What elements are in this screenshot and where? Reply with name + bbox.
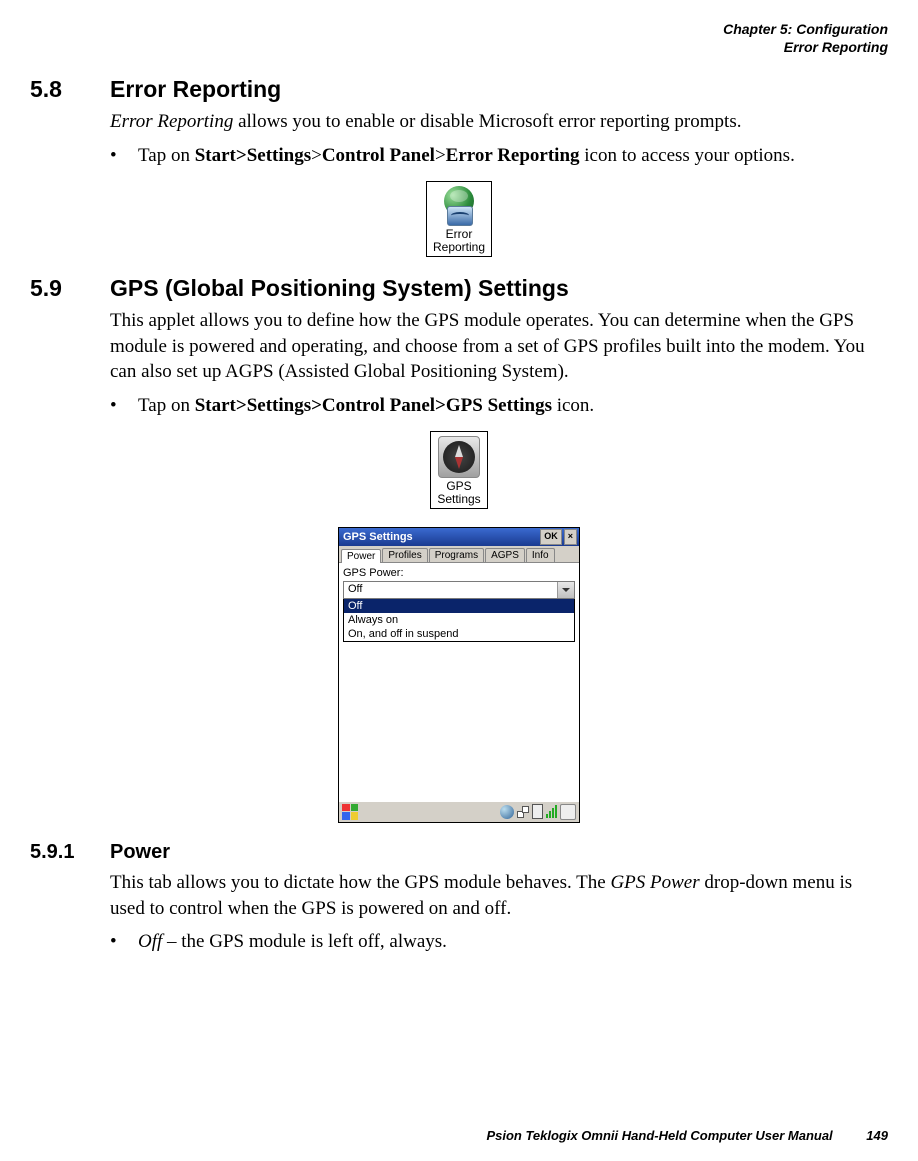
header-section: Error Reporting — [30, 38, 888, 56]
section-title: Error Reporting — [110, 76, 281, 103]
system-tray — [500, 804, 576, 820]
section-5-9-1-heading: 5.9.1 Power — [30, 841, 888, 864]
gps-settings-window: GPS Settings OK × Power Profiles Program… — [338, 527, 580, 823]
section-number: 5.9 — [30, 275, 110, 302]
header-chapter: Chapter 5: Configuration — [30, 20, 888, 38]
window-title: GPS Settings — [341, 531, 538, 543]
bullet-text: Tap on Start>Settings>Control Panel>Erro… — [138, 143, 795, 169]
window-body: GPS Power: Off Off Always on On, and off… — [339, 563, 579, 801]
gps-power-dropdown: Off Always on On, and off in suspend — [343, 599, 575, 642]
footer-text: Psion Teklogix Omnii Hand-Held Computer … — [486, 1128, 832, 1143]
subsection-number: 5.9.1 — [30, 841, 110, 864]
signal-icon[interactable] — [546, 805, 557, 818]
start-button-icon[interactable] — [342, 804, 358, 820]
section-5-8-heading: 5.8 Error Reporting — [30, 76, 888, 103]
section-5-9-heading: 5.9 GPS (Global Positioning System) Sett… — [30, 275, 888, 302]
dropdown-option-on-off-suspend[interactable]: On, and off in suspend — [344, 627, 574, 641]
combobox-value: Off — [344, 582, 557, 598]
connection-icon[interactable] — [517, 806, 529, 818]
misc-tray-icon[interactable] — [560, 804, 576, 820]
close-button[interactable]: × — [564, 529, 577, 545]
tab-bar: Power Profiles Programs AGPS Info — [339, 546, 579, 563]
bullet-text: Off – the GPS module is left off, always… — [138, 929, 447, 955]
page-header: Chapter 5: Configuration Error Reporting — [30, 20, 888, 56]
network-globe-icon[interactable] — [500, 805, 514, 819]
bullet-item: • Tap on Start>Settings>Control Panel>Er… — [110, 143, 888, 169]
ok-button[interactable]: OK — [540, 529, 562, 545]
section-number: 5.8 — [30, 76, 110, 103]
bullet-marker: • — [110, 143, 138, 169]
paragraph: Error Reporting allows you to enable or … — [110, 109, 888, 135]
subsection-title: Power — [110, 841, 170, 864]
bullet-text: Tap on Start>Settings>Control Panel>GPS … — [138, 393, 594, 419]
chevron-down-icon[interactable] — [557, 582, 574, 598]
device-icon[interactable] — [532, 804, 543, 819]
tab-power[interactable]: Power — [341, 549, 381, 563]
tab-info[interactable]: Info — [526, 548, 555, 562]
icon-label: Error Reporting — [433, 228, 485, 254]
taskbar — [339, 801, 579, 822]
tab-programs[interactable]: Programs — [429, 548, 484, 562]
error-reporting-icon-frame: Error Reporting — [426, 181, 492, 257]
bullet-marker: • — [110, 393, 138, 419]
icon-label: GPS Settings — [437, 480, 480, 506]
window-titlebar: GPS Settings OK × — [339, 528, 579, 546]
term-gps-power: GPS Power — [610, 872, 699, 893]
gps-power-label: GPS Power: — [343, 567, 575, 579]
bullet-marker: • — [110, 929, 138, 955]
paragraph: This applet allows you to define how the… — [110, 308, 888, 385]
bullet-item: • Tap on Start>Settings>Control Panel>GP… — [110, 393, 888, 419]
gps-settings-icon — [438, 436, 480, 478]
paragraph: This tab allows you to dictate how the G… — [110, 870, 888, 921]
tab-agps[interactable]: AGPS — [485, 548, 525, 562]
page-number: 149 — [866, 1128, 888, 1143]
gps-settings-icon-frame: GPS Settings — [430, 431, 487, 509]
bullet-item: • Off – the GPS module is left off, alwa… — [110, 929, 888, 955]
error-reporting-icon — [439, 186, 479, 226]
section-title: GPS (Global Positioning System) Settings — [110, 275, 569, 302]
page-footer: Psion Teklogix Omnii Hand-Held Computer … — [486, 1128, 888, 1143]
tab-profiles[interactable]: Profiles — [382, 548, 427, 562]
term-error-reporting: Error Reporting — [110, 111, 233, 132]
dropdown-option-always-on[interactable]: Always on — [344, 613, 574, 627]
gps-power-combobox[interactable]: Off — [343, 581, 575, 599]
dropdown-option-off[interactable]: Off — [344, 599, 574, 613]
